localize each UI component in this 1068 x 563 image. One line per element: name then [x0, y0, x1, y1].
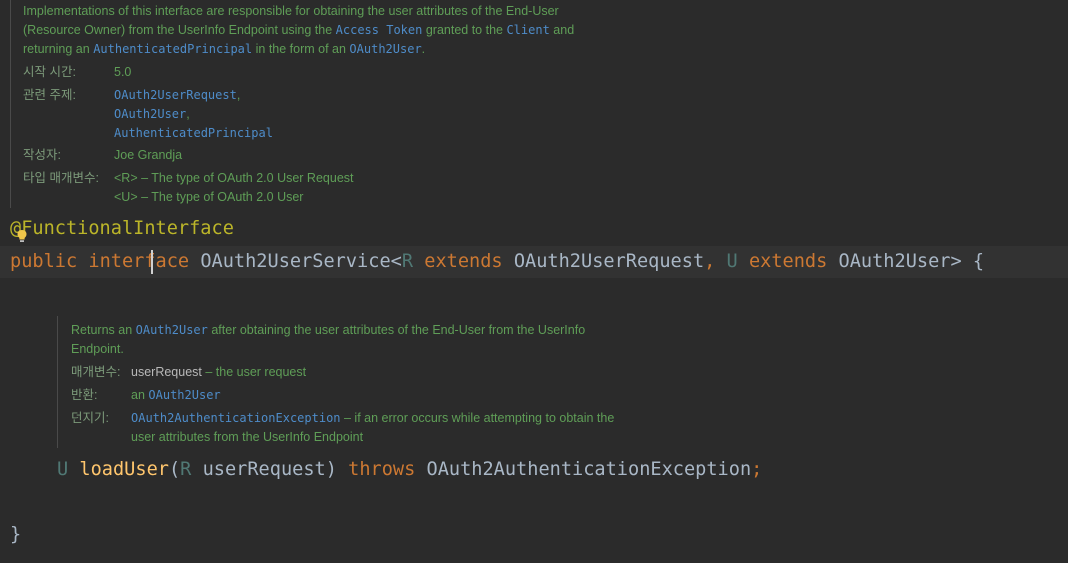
param-type-r[interactable]: R — [180, 459, 191, 480]
throws-row: 던지기: OAuth2AuthenticationException – if a… — [71, 409, 614, 428]
since-row: 시작 시간: 5.0 — [23, 63, 131, 82]
method-declaration-line[interactable]: U loadUser(R userRequest) throws OAuth2A… — [57, 459, 762, 480]
typeparams-row-2: <U> – The type of OAuth 2.0 User — [114, 188, 303, 207]
author-value: Joe Grandja — [114, 148, 183, 162]
author-label: 작성자: — [23, 148, 61, 162]
interface-keyword[interactable]: interface — [88, 251, 189, 272]
oauth2userrequest-type[interactable]: OAuth2UserRequest — [514, 251, 704, 272]
typeparam-u: <U> – The type of OAuth 2.0 User — [114, 190, 304, 204]
type-param-u[interactable]: U — [727, 251, 738, 272]
author-row: 작성자: Joe Grandja — [23, 146, 182, 165]
access-token-link[interactable]: Access Token — [336, 23, 423, 37]
doc-line-3: returning an AuthenticatedPrincipal in t… — [23, 42, 426, 56]
annotation-line[interactable]: @FunctionalInterface — [10, 218, 234, 239]
typeparam-r: <R> – The type of OAuth 2.0 User Request — [114, 171, 354, 185]
doc-border-2 — [57, 316, 58, 448]
since-label: 시작 시간: — [23, 65, 76, 79]
see-row-3: AuthenticatedPrincipal — [114, 124, 273, 143]
doc-border-1 — [10, 0, 11, 208]
throws-label: 던지기: — [71, 411, 109, 425]
see-label: 관련 주제: — [23, 88, 76, 102]
returns-oauth2user-link[interactable]: OAuth2User — [136, 323, 208, 337]
user-request-param[interactable]: userRequest) — [203, 459, 337, 480]
interface-name[interactable]: OAuth2UserService — [200, 251, 390, 272]
client-link[interactable]: Client — [506, 23, 549, 37]
see-row: 관련 주제: OAuth2UserRequest, — [23, 86, 240, 105]
typeparams-row: 타입 매개변수: <R> – The type of OAuth 2.0 User… — [23, 169, 354, 188]
return-row: 반환: an OAuth2User — [71, 386, 221, 405]
doc-line-2: (Resource Owner) from the UserInfo Endpo… — [23, 23, 575, 37]
extends-keyword-1[interactable]: extends — [424, 251, 502, 272]
typeparams-label: 타입 매개변수: — [23, 171, 99, 185]
closing-brace-line[interactable]: } — [10, 524, 21, 545]
interface-declaration-line[interactable]: public interface OAuth2UserService<R ext… — [10, 251, 984, 272]
lightbulb-icon[interactable] — [16, 229, 28, 243]
functional-interface-annotation[interactable]: @FunctionalInterface — [10, 218, 234, 239]
method-doc-line-1: Returns an OAuth2User after obtaining th… — [71, 323, 586, 337]
oauth2user-type[interactable]: OAuth2User — [839, 251, 951, 272]
exception-link[interactable]: OAuth2AuthenticationException — [131, 411, 341, 425]
oauth2user-link[interactable]: OAuth2User — [349, 42, 421, 56]
return-label: 반환: — [71, 388, 98, 402]
throws-row-2: user attributes from the UserInfo Endpoi… — [131, 430, 364, 444]
extends-keyword-2[interactable]: extends — [749, 251, 827, 272]
public-keyword[interactable]: public — [10, 251, 77, 272]
return-type-u[interactable]: U — [57, 459, 68, 480]
throws-keyword[interactable]: throws — [348, 459, 415, 480]
text-caret — [151, 250, 153, 274]
method-doc-line-2: Endpoint. — [71, 342, 124, 356]
loaduser-method[interactable]: loadUser — [79, 459, 169, 480]
see-oauth2userrequest-link[interactable]: OAuth2UserRequest — [114, 88, 237, 102]
return-oauth2user-link[interactable]: OAuth2User — [148, 388, 220, 402]
param-row: 매개변수: userRequest – the user request — [71, 363, 306, 382]
since-value: 5.0 — [114, 65, 132, 79]
type-param-r[interactable]: R — [402, 251, 413, 272]
authenticated-principal-link[interactable]: AuthenticatedPrincipal — [93, 42, 252, 56]
doc-line-1: Implementations of this interface are re… — [23, 4, 559, 18]
see-oauth2user-link[interactable]: OAuth2User — [114, 107, 186, 121]
see-row-2: OAuth2User, — [114, 107, 190, 121]
param-label: 매개변수: — [71, 365, 121, 379]
exception-type[interactable]: OAuth2AuthenticationException — [427, 459, 752, 480]
see-authenticatedprincipal-link[interactable]: AuthenticatedPrincipal — [114, 126, 273, 140]
param-name: userRequest — [131, 365, 202, 379]
param-desc: – the user request — [201, 365, 307, 379]
closing-brace[interactable]: } — [10, 524, 21, 545]
